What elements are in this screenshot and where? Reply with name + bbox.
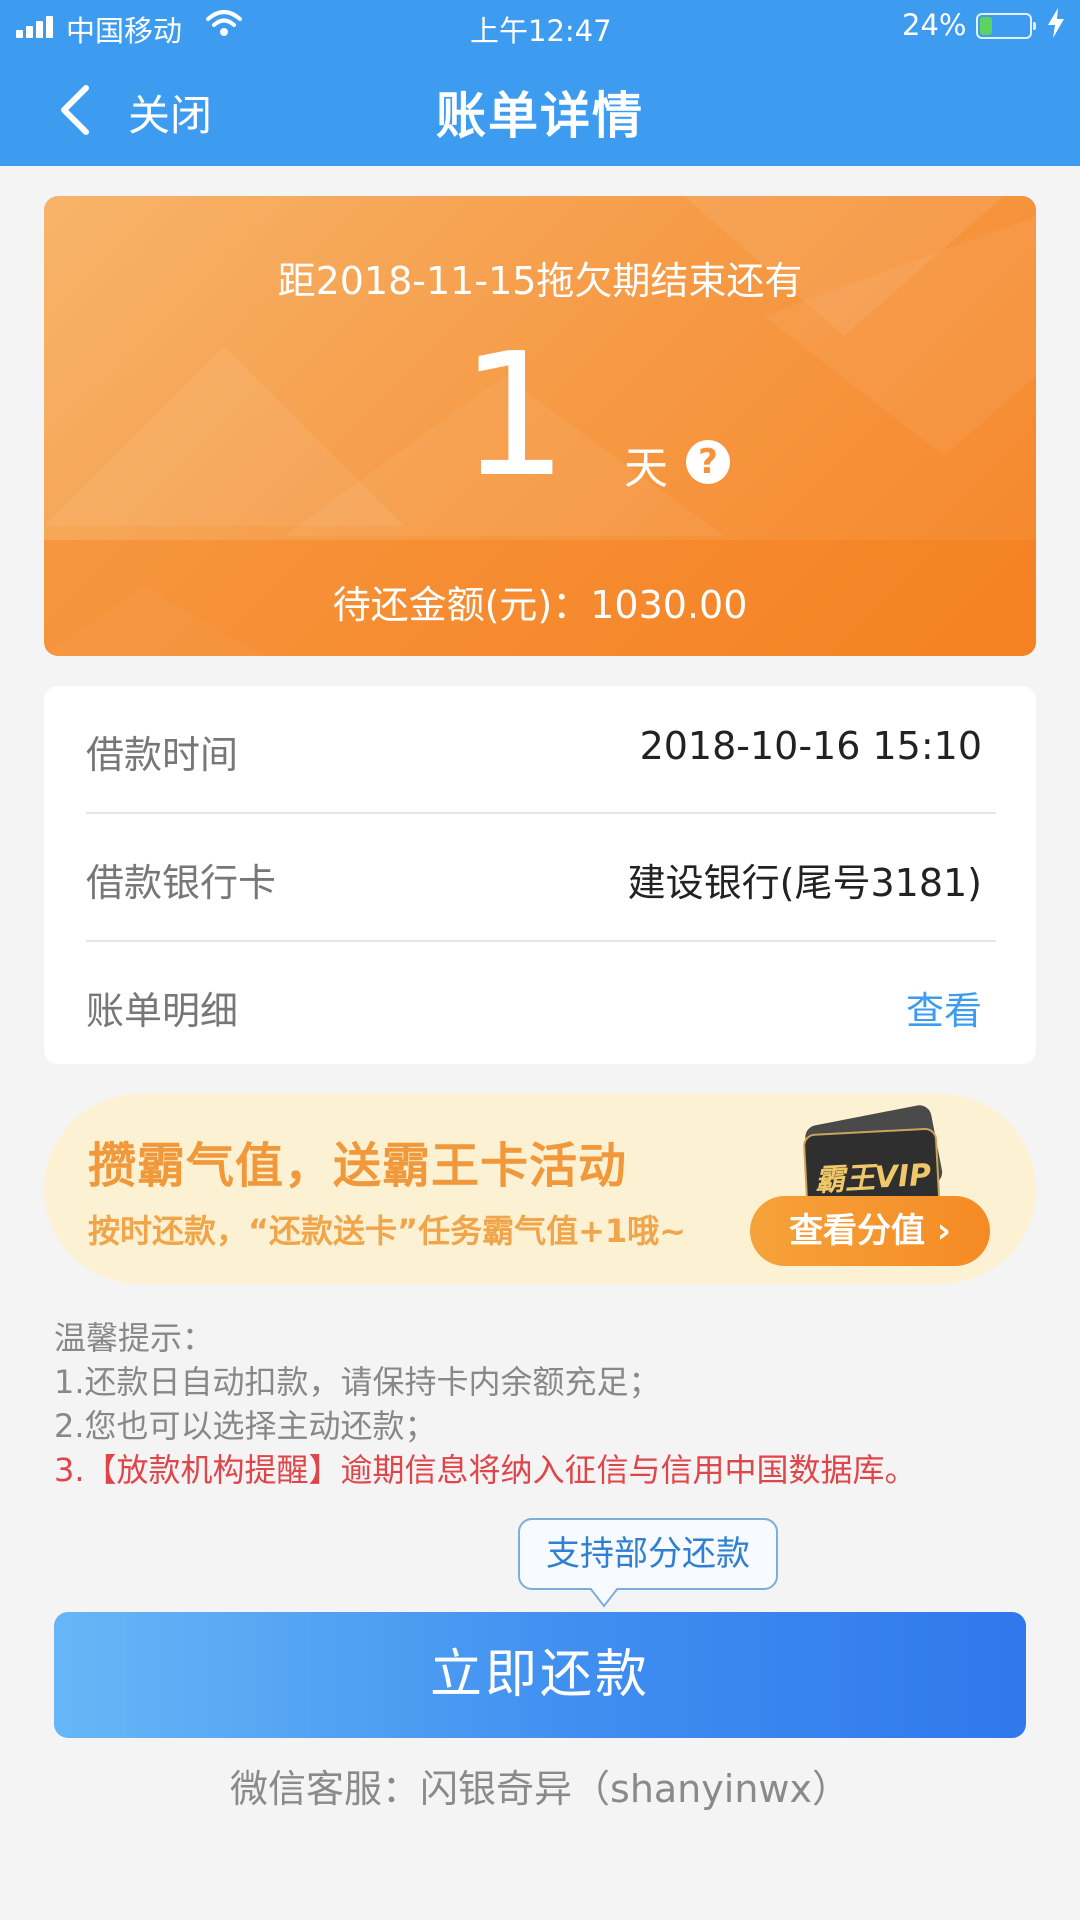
row-value: 建设银行(尾号3181) — [627, 861, 982, 905]
row-label: 账单明细 — [86, 989, 239, 1033]
tip-warning: 3.【放款机构提醒】逾期信息将纳入征信与信用中国数据库。 — [54, 1451, 917, 1489]
view-score-button[interactable]: 查看分值 › — [750, 1196, 990, 1266]
amount-due: 待还金额(元)：1030.00 — [332, 583, 748, 627]
tip-item: 1.还款日自动扣款，请保持卡内余额充足； — [54, 1363, 661, 1401]
wifi-icon — [206, 8, 242, 46]
help-icon[interactable]: ? — [686, 440, 730, 484]
countdown-text: 距2018-11-15拖欠期结束还有 — [277, 259, 803, 303]
charging-icon — [1046, 6, 1066, 48]
status-bar: 中国移动 上午12:47 24% — [0, 0, 1080, 52]
days-unit: 天 — [624, 443, 668, 494]
repay-now-button[interactable]: 立即还款 — [54, 1612, 1026, 1738]
signal-icon — [16, 16, 58, 38]
battery-level — [980, 17, 992, 35]
row-label: 借款银行卡 — [86, 861, 277, 905]
days-remaining: 1 — [459, 317, 569, 515]
promo-banner[interactable]: 攒霸气值，送霸王卡活动 按时还款，“还款送卡”任务霸气值+1哦~ 霸王VIP 查… — [44, 1094, 1036, 1284]
carrier-label: 中国移动 — [66, 14, 183, 48]
vip-card-icon: 霸王VIP — [794, 1103, 980, 1215]
due-card: 距2018-11-15拖欠期结束还有 1 天 ? 待还金额(元)：1030.00 — [44, 196, 1036, 656]
tip-item: 2.您也可以选择主动还款； — [54, 1407, 437, 1445]
status-time: 上午12:47 — [470, 14, 612, 48]
promo-title: 攒霸气值，送霸王卡活动 — [88, 1138, 628, 1194]
loan-time-row: 借款时间 2018-10-16 15:10 — [86, 686, 996, 812]
header: 中国移动 上午12:47 24% 关闭 账单详情 — [0, 0, 1080, 166]
page-title: 账单详情 — [436, 87, 644, 145]
view-detail-link[interactable]: 查看 — [906, 980, 982, 1035]
loan-info-card: 借款时间 2018-10-16 15:10 借款银行卡 建设银行(尾号3181)… — [44, 686, 1036, 1064]
customer-service-text: 微信客服：闪银奇异（shanyinwx） — [230, 1767, 850, 1811]
row-value: 2018-10-16 15:10 — [639, 724, 982, 768]
tips-heading: 温馨提示： — [54, 1319, 215, 1357]
vip-label: 霸王VIP — [813, 1157, 933, 1199]
bank-card-row: 借款银行卡 建设银行(尾号3181) — [86, 814, 996, 940]
battery-icon — [976, 13, 1036, 39]
promo-subtitle: 按时还款，“还款送卡”任务霸气值+1哦~ — [88, 1212, 686, 1250]
tooltip-tail — [590, 1588, 618, 1608]
row-label: 借款时间 — [86, 733, 239, 777]
amount-band: 待还金额(元)：1030.00 — [44, 540, 1036, 656]
bill-detail-row[interactable]: 账单明细 查看 — [86, 942, 996, 1068]
tips: 温馨提示： 1.还款日自动扣款，请保持卡内余额充足； 2.您也可以选择主动还款；… — [54, 1316, 1034, 1492]
partial-repay-tooltip: 支持部分还款 — [518, 1518, 778, 1590]
battery-percent: 24% — [902, 8, 967, 42]
